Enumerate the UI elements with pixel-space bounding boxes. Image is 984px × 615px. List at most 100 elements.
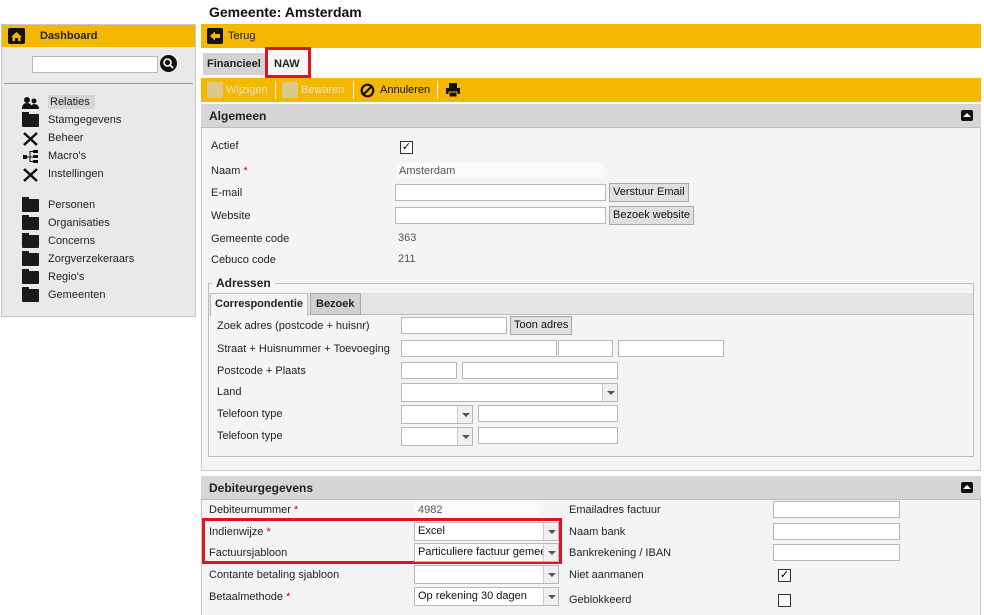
sidebar-search-input[interactable] bbox=[32, 56, 158, 73]
edit-button[interactable]: Wijzigen bbox=[207, 81, 268, 99]
telefoon-type-select-1[interactable] bbox=[401, 405, 473, 424]
collapse-icon[interactable] bbox=[961, 482, 973, 493]
search-icon[interactable] bbox=[160, 55, 177, 72]
sidebar-item-personen[interactable]: Personen bbox=[22, 196, 96, 213]
telefoon-field-1[interactable] bbox=[478, 405, 618, 422]
sidebar-item-zorgverzekeraars[interactable]: Zorgverzekeraars bbox=[22, 250, 135, 267]
huisnummer-field[interactable] bbox=[558, 340, 613, 357]
betaalmethode-label: Betaalmethode * bbox=[209, 591, 291, 603]
sidebar-item-regios[interactable]: Regio's bbox=[22, 268, 85, 285]
sidebar-item-macros[interactable]: Macro's bbox=[22, 148, 86, 164]
sidebar-item-label: Regio's bbox=[48, 271, 85, 283]
chevron-down-icon bbox=[543, 588, 558, 605]
visit-website-button[interactable]: Bezoek website bbox=[609, 206, 695, 225]
plaats-field[interactable] bbox=[462, 362, 618, 379]
sidebar-divider bbox=[4, 83, 193, 84]
website-field[interactable] bbox=[395, 207, 606, 224]
toolbar: Wijzigen Bewaren Annuleren bbox=[201, 78, 981, 102]
send-email-button[interactable]: Verstuur Email bbox=[609, 183, 689, 202]
algemeen-title: Algemeen bbox=[209, 109, 267, 123]
niet-aanmanen-label: Niet aanmanen bbox=[569, 569, 644, 581]
postcode-label: Postcode + Plaats bbox=[217, 365, 306, 377]
bankrekening-label: Bankrekening / IBAN bbox=[569, 547, 672, 559]
print-icon[interactable] bbox=[445, 82, 461, 98]
bankrekening-field[interactable] bbox=[773, 544, 900, 561]
toolbar-divider bbox=[437, 81, 438, 99]
land-select[interactable] bbox=[401, 383, 618, 402]
emailadres-factuur-field[interactable] bbox=[773, 501, 900, 518]
geblokkeerd-checkbox[interactable] bbox=[778, 594, 791, 607]
naam-bank-label: Naam bank bbox=[569, 526, 626, 538]
toevoeging-field[interactable] bbox=[618, 340, 724, 357]
sidebar-item-stamgegevens[interactable]: Stamgegevens bbox=[22, 111, 121, 128]
debiteur-title: Debiteurgegevens bbox=[209, 481, 314, 495]
folder-icon bbox=[22, 214, 39, 230]
dashboard-link[interactable]: Dashboard bbox=[2, 25, 195, 47]
factuursjabloon-label: Factuursjabloon bbox=[209, 547, 288, 559]
tab-naw[interactable]: NAW bbox=[265, 47, 311, 78]
folder-icon bbox=[22, 232, 39, 248]
chevron-down-icon bbox=[602, 384, 617, 401]
telefoon-field-2[interactable] bbox=[478, 427, 618, 444]
gemeente-code-value: 363 bbox=[398, 232, 417, 244]
email-field[interactable] bbox=[395, 184, 606, 201]
folder-icon bbox=[22, 111, 39, 127]
website-label: Website bbox=[211, 210, 251, 222]
actief-checkbox[interactable]: ✓ bbox=[400, 141, 413, 154]
users-icon bbox=[22, 96, 39, 109]
chevron-down-icon bbox=[543, 523, 558, 540]
sidebar-item-beheer[interactable]: Beheer bbox=[22, 130, 83, 146]
arrow-left-icon bbox=[207, 28, 223, 44]
debiteurnummer-field[interactable] bbox=[414, 501, 541, 518]
edit-label: Wijzigen bbox=[226, 84, 268, 96]
sidebar-item-gemeenten[interactable]: Gemeenten bbox=[22, 286, 105, 303]
telefoon-type-select-2[interactable] bbox=[401, 427, 473, 446]
sidebar-item-relaties[interactable]: Relaties bbox=[22, 94, 95, 110]
niet-aanmanen-checkbox[interactable]: ✓ bbox=[778, 569, 791, 582]
sitemap-icon bbox=[22, 149, 39, 163]
folder-icon bbox=[22, 196, 39, 212]
naam-label: Naam * bbox=[211, 165, 248, 177]
toolbar-divider bbox=[275, 81, 276, 99]
sidebar-item-label: Zorgverzekeraars bbox=[48, 253, 135, 265]
tab-correspondentie[interactable]: Correspondentie bbox=[210, 293, 309, 316]
toolbar-divider bbox=[353, 81, 354, 99]
sidebar: Dashboard Relaties Stamgegevens Beheer M… bbox=[1, 24, 196, 317]
page-title: Gemeente: Amsterdam bbox=[209, 4, 362, 20]
tab-financieel[interactable]: Financieel bbox=[203, 53, 265, 75]
sidebar-item-label: Concerns bbox=[48, 235, 96, 247]
naam-field[interactable] bbox=[395, 162, 605, 179]
betaalmethode-select[interactable]: Op rekening 30 dagen bbox=[414, 587, 559, 606]
sidebar-item-organisaties[interactable]: Organisaties bbox=[22, 214, 110, 231]
sidebar-item-instellingen[interactable]: Instellingen bbox=[22, 166, 104, 182]
adressen-legend: Adressen bbox=[212, 275, 275, 291]
folder-icon bbox=[22, 268, 39, 284]
naam-bank-field[interactable] bbox=[773, 523, 900, 540]
cebuco-code-value: 211 bbox=[398, 253, 416, 265]
contante-betaling-select[interactable] bbox=[414, 565, 559, 584]
cancel-button[interactable]: Annuleren bbox=[360, 81, 430, 99]
straat-label: Straat + Huisnummer + Toevoeging bbox=[217, 343, 390, 355]
sidebar-item-label: Instellingen bbox=[48, 168, 104, 180]
algemeen-header: Algemeen bbox=[201, 104, 981, 128]
factuursjabloon-select[interactable]: Particuliere factuur gemeente bbox=[414, 543, 559, 562]
edit-icon bbox=[207, 82, 223, 98]
toon-adres-button[interactable]: Toon adres bbox=[510, 316, 573, 335]
postcode-field[interactable] bbox=[401, 362, 457, 379]
cancel-icon bbox=[360, 83, 375, 98]
indienwijze-select[interactable]: Excel bbox=[414, 522, 559, 541]
dashboard-label: Dashboard bbox=[40, 30, 98, 42]
straat-field[interactable] bbox=[401, 340, 557, 357]
zoek-adres-field[interactable] bbox=[401, 317, 507, 334]
indienwijze-label: Indienwijze * bbox=[209, 526, 271, 538]
tab-bezoek[interactable]: Bezoek bbox=[310, 293, 361, 315]
save-button[interactable]: Bewaren bbox=[282, 81, 344, 99]
emailadres-factuur-label: Emailadres factuur bbox=[569, 504, 661, 516]
collapse-icon[interactable] bbox=[961, 110, 973, 121]
email-label: E-mail bbox=[211, 187, 243, 199]
sidebar-item-label: Personen bbox=[48, 199, 96, 211]
telefoon-type-label-2: Telefoon type bbox=[217, 430, 283, 442]
contante-betaling-label: Contante betaling sjabloon bbox=[209, 569, 340, 581]
back-button[interactable]: Terug bbox=[207, 27, 256, 45]
sidebar-item-concerns[interactable]: Concerns bbox=[22, 232, 96, 249]
